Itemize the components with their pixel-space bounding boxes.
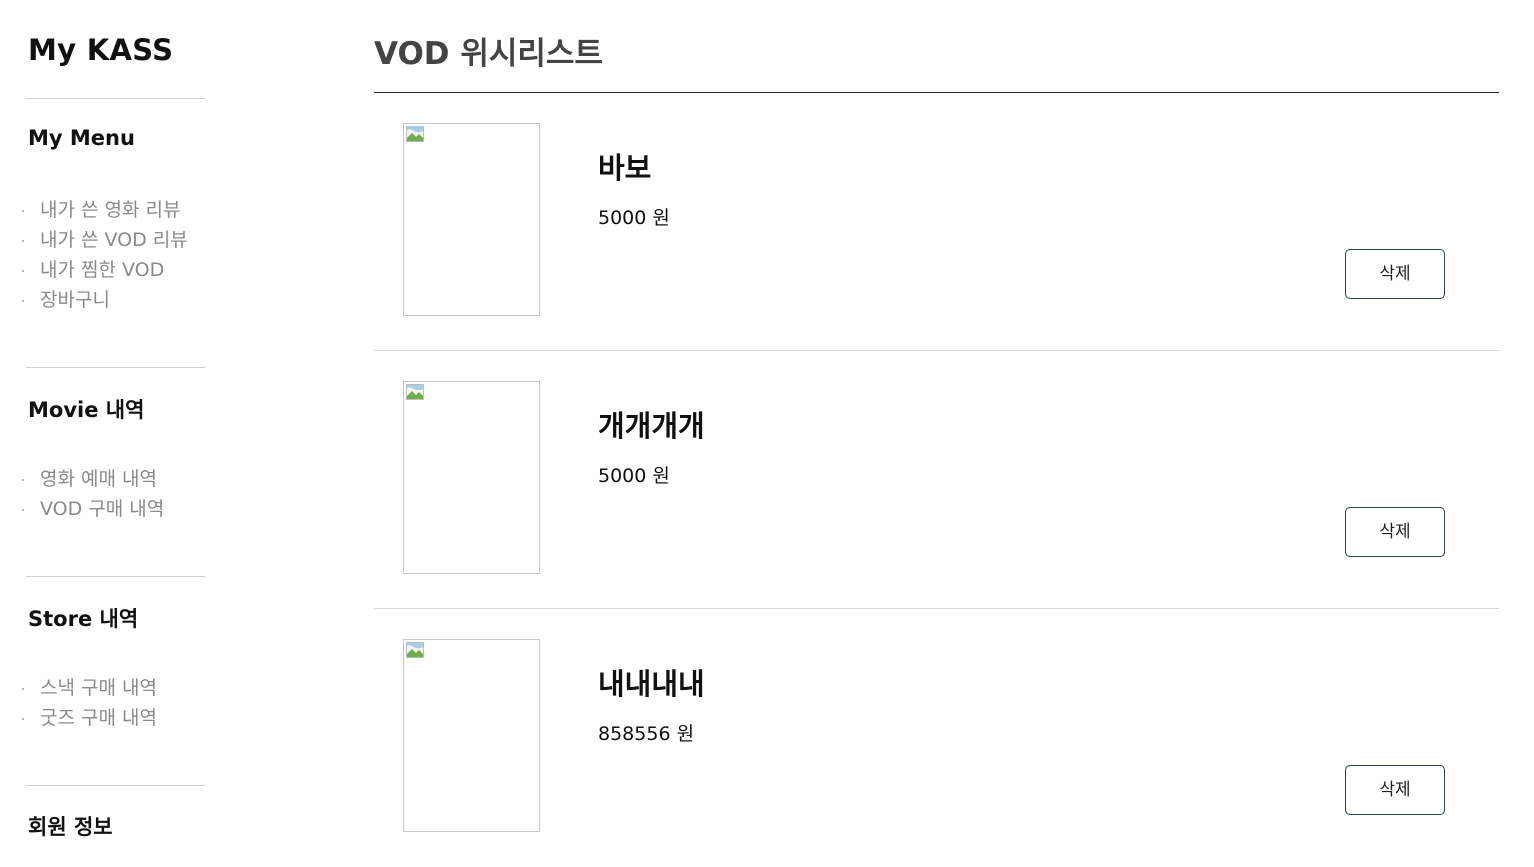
delete-button[interactable]: 삭제 <box>1345 507 1445 557</box>
sidebar-item-snack-purchases[interactable]: 스낵 구매 내역 <box>22 673 157 703</box>
section-title-my-menu: My Menu <box>28 126 135 150</box>
section-title-member-info: 회원 정보 <box>28 815 113 839</box>
sidebar-divider <box>26 367 205 368</box>
wishlist-item: 개개개개 5000 원 삭제 <box>374 351 1499 609</box>
vod-thumbnail[interactable] <box>403 381 540 574</box>
section-title-store-history: Store 내역 <box>28 607 139 631</box>
delete-button[interactable]: 삭제 <box>1345 249 1445 299</box>
wishlist-item: 내내내내 858556 원 삭제 <box>374 609 1499 867</box>
vod-title: 개개개개 <box>598 409 705 443</box>
wishlist-item: 바보 5000 원 삭제 <box>374 93 1499 351</box>
sidebar-item-movie-reservations[interactable]: 영화 예매 내역 <box>21 464 164 494</box>
sidebar-item-vod-purchases[interactable]: VOD 구매 내역 <box>21 494 164 524</box>
vod-price: 5000 원 <box>598 207 670 229</box>
brand-title: My KASS <box>28 33 174 67</box>
sidebar-item-wishlist-vod[interactable]: 내가 찜한 VOD <box>22 255 188 285</box>
sidebar-item-my-movie-reviews[interactable]: 내가 쓴 영화 리뷰 <box>22 195 188 225</box>
vod-thumbnail[interactable] <box>403 639 540 832</box>
section-title-movie-history: Movie 내역 <box>28 398 145 422</box>
broken-image-icon <box>406 126 424 142</box>
sidebar-item-cart[interactable]: 장바구니 <box>22 285 188 315</box>
broken-image-icon <box>406 642 424 658</box>
broken-image-icon <box>406 384 424 400</box>
sidebar-divider <box>26 576 205 577</box>
delete-button[interactable]: 삭제 <box>1345 765 1445 815</box>
sidebar-divider <box>26 98 205 99</box>
vod-title: 바보 <box>598 151 652 185</box>
my-menu-list: 내가 쓴 영화 리뷰 내가 쓴 VOD 리뷰 내가 찜한 VOD 장바구니 <box>22 195 188 315</box>
sidebar-item-my-vod-reviews[interactable]: 내가 쓴 VOD 리뷰 <box>22 225 188 255</box>
store-history-list: 스낵 구매 내역 굿즈 구매 내역 <box>22 673 157 733</box>
vod-thumbnail[interactable] <box>403 123 540 316</box>
movie-history-list: 영화 예매 내역 VOD 구매 내역 <box>21 464 164 524</box>
page-title: VOD 위시리스트 <box>374 36 603 72</box>
vod-price: 5000 원 <box>598 465 670 487</box>
vod-title: 내내내내 <box>598 667 705 701</box>
sidebar-divider <box>26 785 205 786</box>
sidebar-item-goods-purchases[interactable]: 굿즈 구매 내역 <box>22 703 157 733</box>
vod-price: 858556 원 <box>598 723 695 745</box>
